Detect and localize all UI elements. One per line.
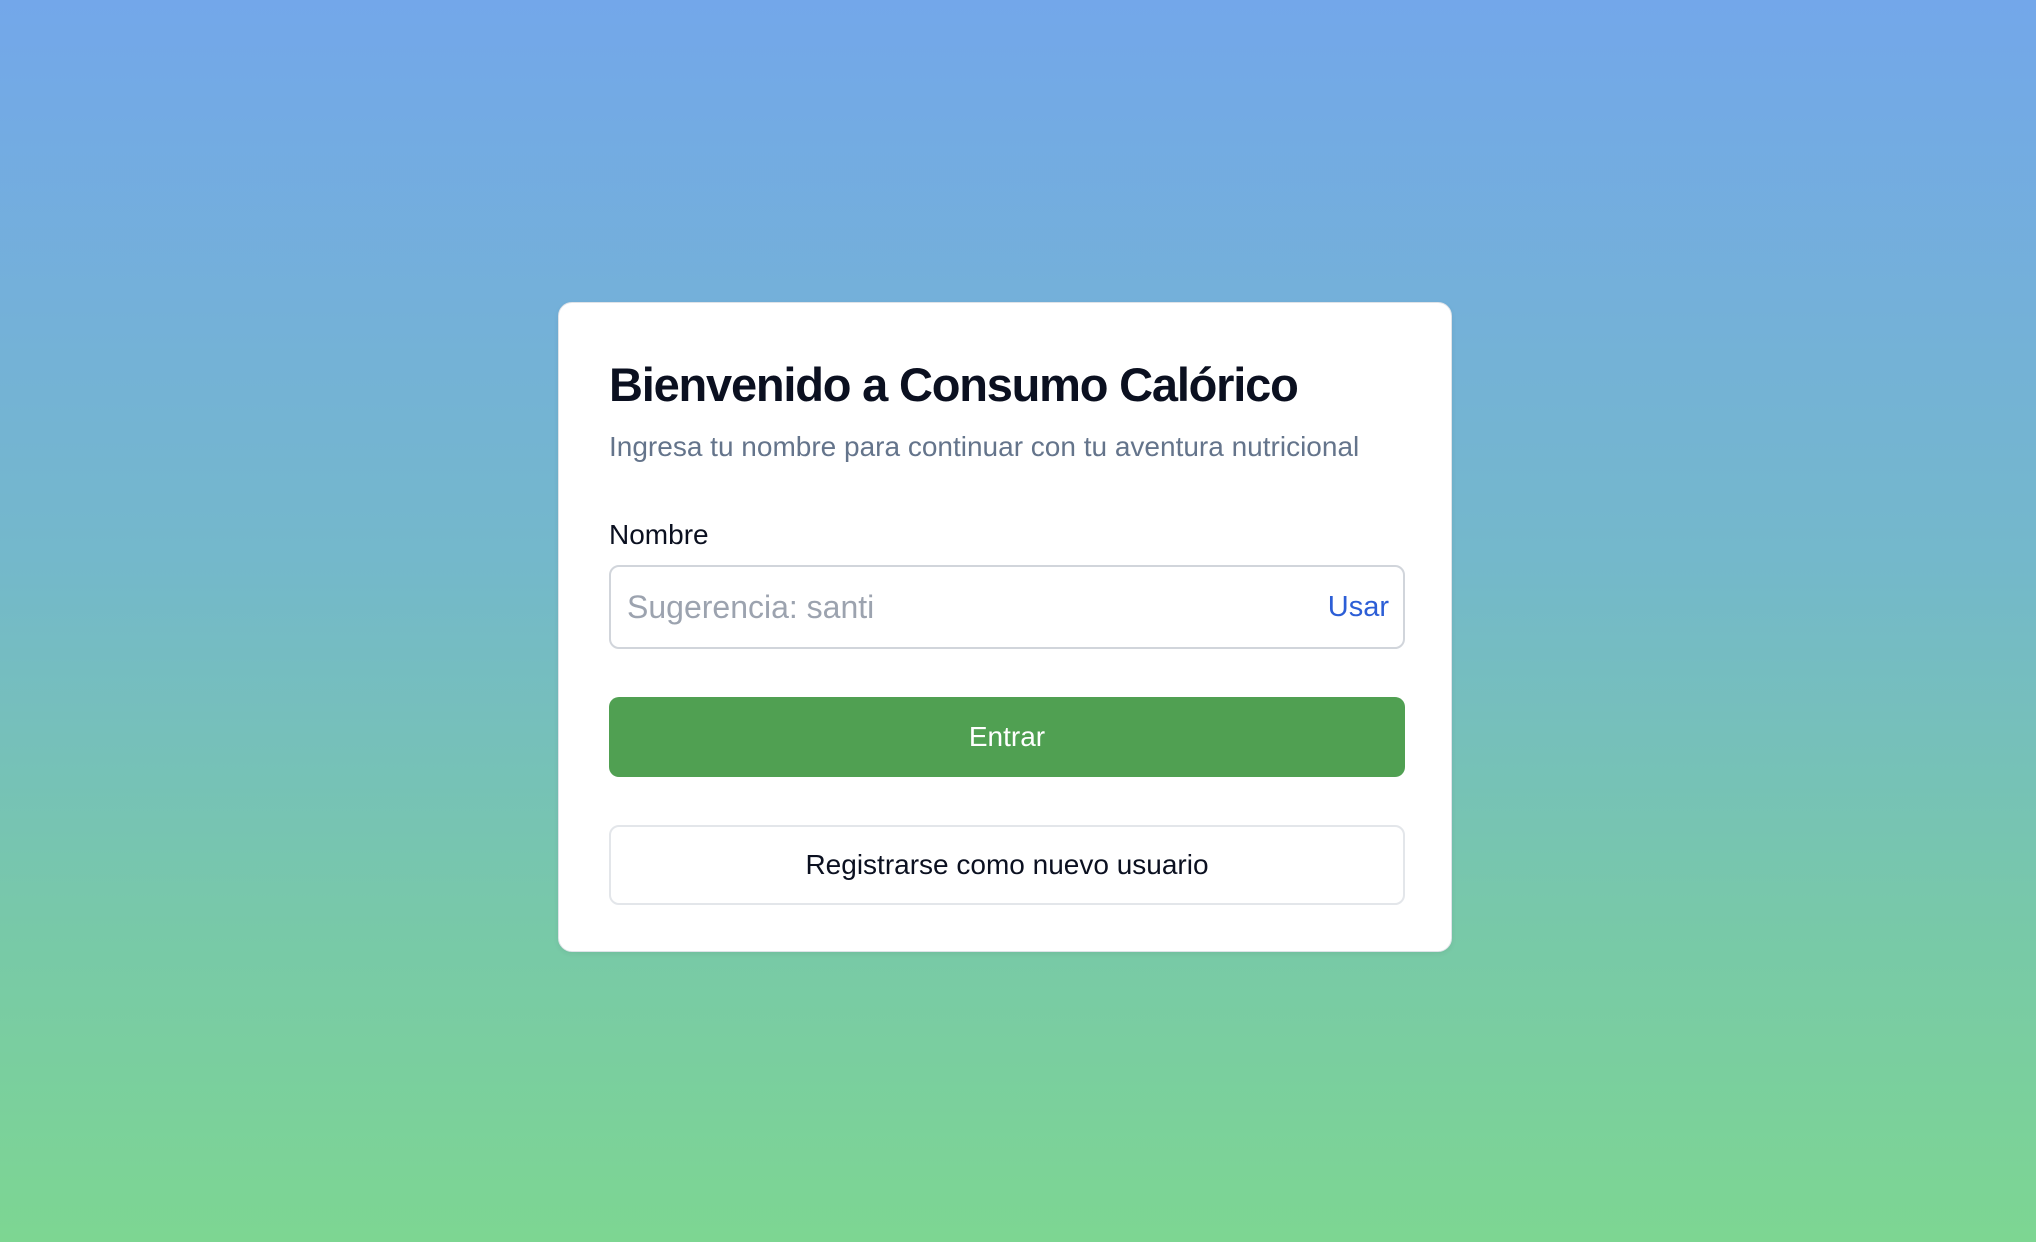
name-field-label: Nombre — [609, 519, 709, 550]
page-title: Bienvenido a Consumo Calórico — [609, 358, 1299, 411]
login-card: Bienvenido a Consumo Calórico Ingresa tu… — [558, 302, 1452, 952]
name-input[interactable] — [611, 567, 1271, 647]
name-field-container: Usar — [609, 565, 1405, 649]
page-subtitle: Ingresa tu nombre para continuar con tu … — [609, 431, 1360, 462]
register-button[interactable]: Registrarse como nuevo usuario — [609, 825, 1405, 905]
enter-button[interactable]: Entrar — [609, 697, 1405, 777]
use-suggestion-button[interactable]: Usar — [1328, 567, 1389, 647]
